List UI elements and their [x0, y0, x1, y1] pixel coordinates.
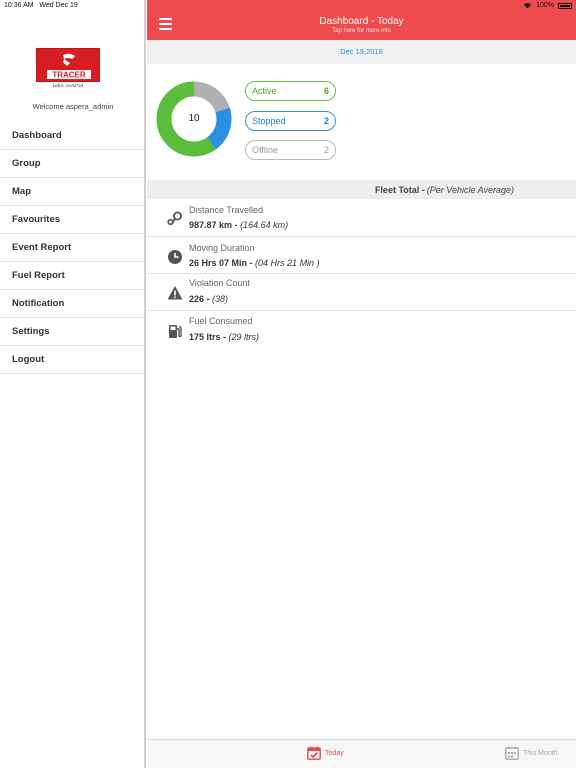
sidebar-item-event-report[interactable]: Event Report: [0, 234, 144, 262]
battery-icon: [558, 2, 572, 9]
welcome-text: Welcome aspera_admin: [32, 102, 114, 111]
calendar-grid-icon: [505, 746, 519, 760]
stat-value: 26 Hrs 07 Min - (04 Hrs 21 Min ): [189, 258, 320, 268]
bottom-tab-bar: Today This Month: [147, 739, 576, 768]
logo-tagline: take control: [52, 83, 84, 89]
sidebar-menu: Dashboard Group Map Favourites Event Rep…: [0, 122, 144, 374]
status-right: 100%: [523, 2, 572, 9]
stat-label: Moving Duration: [189, 243, 255, 253]
active-status-pill[interactable]: Active 6: [245, 81, 336, 101]
tab-this-month[interactable]: This Month: [505, 746, 558, 760]
stopped-count: 2: [323, 116, 329, 126]
stat-value: 987.87 km - (164.64 km): [189, 220, 289, 230]
clock-icon: [168, 250, 182, 264]
battery-percent: 100%: [536, 2, 554, 9]
sidebar-item-map[interactable]: Map: [0, 178, 144, 206]
fleet-total-title: Fleet Total -: [374, 184, 425, 195]
stat-value: 175 ltrs - (29 ltrs): [189, 332, 260, 342]
stat-label: Violation Count: [189, 278, 250, 288]
page-subtitle[interactable]: Tap here for more info: [147, 28, 576, 34]
active-label: Active: [252, 86, 277, 96]
main-panel: Dashboard - Today Tap here for more info…: [147, 0, 576, 768]
calendar-check-icon: [307, 746, 321, 760]
tracer-logo: TRACER take control: [36, 48, 100, 90]
sidebar: TRACER take control Welcome aspera_admin…: [0, 0, 146, 768]
status-time: 10:36 AM Wed Dec 19: [4, 2, 78, 9]
fleet-total-note: (Per Vehicle Average): [426, 184, 514, 195]
sidebar-item-logout[interactable]: Logout: [0, 346, 144, 374]
tab-today[interactable]: Today: [307, 746, 344, 760]
stat-fuel-consumed: Fuel Consumed 175 ltrs - (29 ltrs): [147, 311, 576, 349]
sidebar-item-fuel-report[interactable]: Fuel Report: [0, 262, 144, 290]
vehicle-status-donut[interactable]: 10: [155, 80, 233, 158]
stopped-label: Stopped: [252, 116, 286, 126]
stat-distance: Distance Travelled 987.87 km - (164.64 k…: [147, 199, 576, 237]
active-count: 6: [323, 86, 329, 96]
sidebar-item-notification[interactable]: Notification: [0, 290, 144, 318]
stat-moving-duration: Moving Duration 26 Hrs 07 Min - (04 Hrs …: [147, 237, 576, 274]
tab-this-month-label: This Month: [523, 749, 558, 757]
total-vehicles: 10: [188, 113, 200, 124]
stat-label: Distance Travelled: [189, 205, 264, 215]
warning-icon: [167, 286, 183, 300]
tab-today-label: Today: [325, 749, 344, 757]
sidebar-item-dashboard[interactable]: Dashboard: [0, 122, 144, 150]
page-title[interactable]: Dashboard - Today: [147, 16, 576, 27]
fuel-pump-icon: [169, 325, 182, 338]
date-label: Dec 19,2018: [147, 40, 576, 64]
stopped-status-pill[interactable]: Stopped 2: [245, 111, 336, 131]
offline-status-pill[interactable]: Offline 2: [245, 140, 336, 160]
sidebar-item-favourites[interactable]: Favourites: [0, 206, 144, 234]
sidebar-item-group[interactable]: Group: [0, 150, 144, 178]
svg-text:TRACER: TRACER: [52, 71, 86, 80]
location-pins-icon: [167, 211, 182, 226]
fleet-total-header: Fleet Total - (Per Vehicle Average): [147, 180, 576, 199]
status-bar: 10:36 AM Wed Dec 19 100%: [0, 0, 576, 12]
stat-value: 226 - (38): [189, 294, 229, 304]
offline-count: 2: [323, 145, 329, 155]
sidebar-item-settings[interactable]: Settings: [0, 318, 144, 346]
stat-violation-count: Violation Count 226 - (38): [147, 274, 576, 311]
stat-label: Fuel Consumed: [189, 316, 253, 326]
wifi-icon: [524, 3, 532, 9]
offline-label: Offline: [252, 145, 278, 155]
